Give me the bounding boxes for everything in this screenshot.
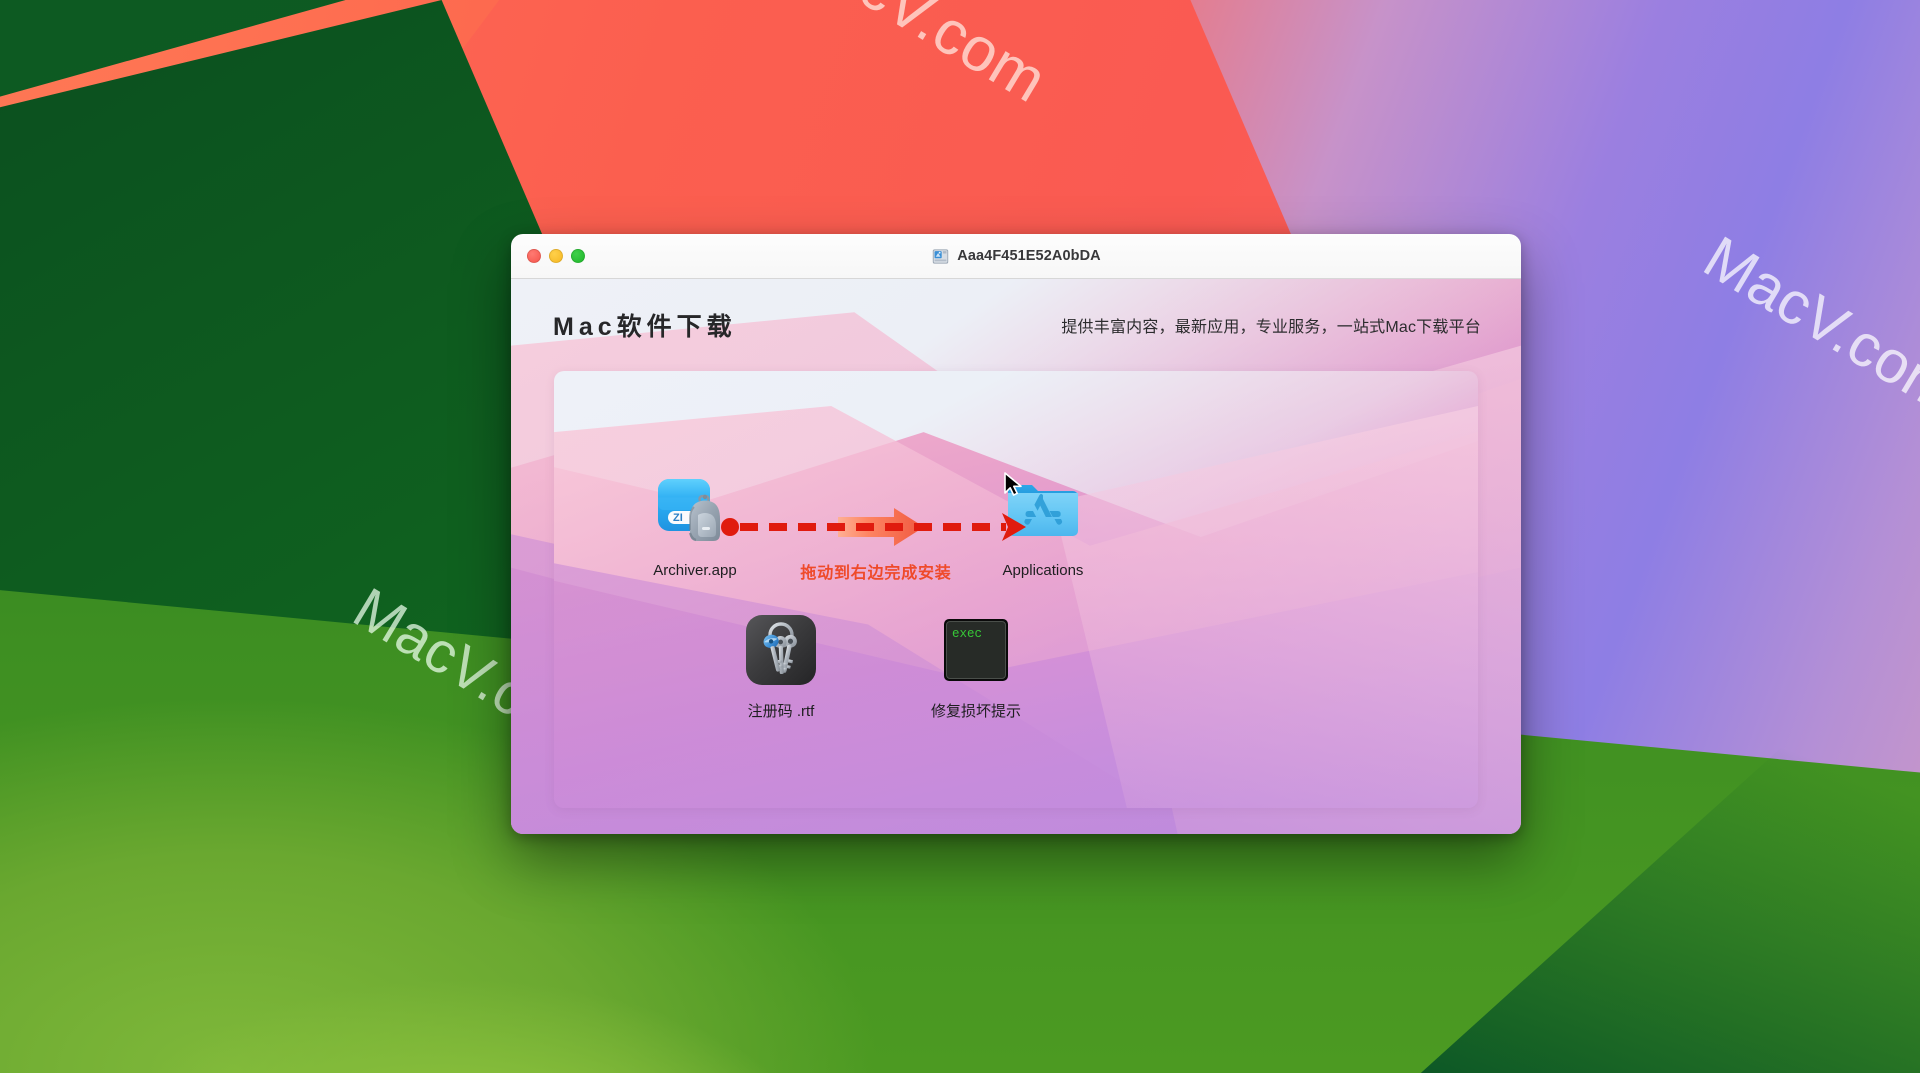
page-title: Mac软件下载 — [553, 313, 737, 341]
icon-label-rtf: 注册码 .rtf — [747, 703, 815, 720]
terminal-exec-icon[interactable]: exec — [935, 609, 1017, 691]
desktop-wallpaper: MacV.com MacV.com MacV.com Aaa4 — [0, 0, 1920, 1073]
dmg-installer-window: Aaa4F451E52A0bDA Mac软件下载 提供丰富内容，最新应用，专业服… — [511, 234, 1521, 834]
window-body: Mac软件下载 提供丰富内容，最新应用，专业服务，一站式Mac下载平台 ZI A… — [511, 279, 1521, 834]
disk-drive-icon — [933, 248, 949, 264]
drag-start-dot — [721, 518, 739, 536]
keychain-icon-art — [746, 615, 816, 685]
drag-instruction-text: 拖动到右边完成安装 — [800, 565, 952, 582]
icon-item-exec[interactable]: exec 修复损坏提示 — [891, 609, 1061, 721]
close-button[interactable] — [527, 249, 541, 263]
traffic-lights-group — [527, 249, 585, 263]
terminal-icon-art: exec — [944, 619, 1008, 681]
page-tagline: 提供丰富内容，最新应用，专业服务，一站式Mac下载平台 — [1061, 319, 1481, 336]
dmg-header: Mac软件下载 提供丰富内容，最新应用，专业服务，一站式Mac下载平台 — [511, 279, 1521, 371]
dmg-content-panel: ZI Archiver.app 拖动到右边完成安装 Applications 注… — [554, 371, 1478, 808]
svg-text:ZI: ZI — [673, 512, 683, 524]
keychain-rtf-icon[interactable] — [740, 609, 822, 691]
terminal-exec-text: exec — [952, 627, 982, 641]
gradient-arrow-glyph — [838, 508, 924, 546]
icon-label-exec: 修复损坏提示 — [930, 703, 1021, 720]
drag-arrow-art — [721, 508, 1026, 546]
zoom-button[interactable] — [571, 249, 585, 263]
minimize-button[interactable] — [549, 249, 563, 263]
window-titlebar: Aaa4F451E52A0bDA — [511, 234, 1521, 279]
window-title-group: Aaa4F451E52A0bDA — [931, 247, 1101, 266]
drag-arrow-indicator — [720, 507, 1032, 547]
window-title-text: Aaa4F451E52A0bDA — [957, 248, 1101, 264]
icon-item-rtf[interactable]: 注册码 .rtf — [696, 609, 866, 721]
